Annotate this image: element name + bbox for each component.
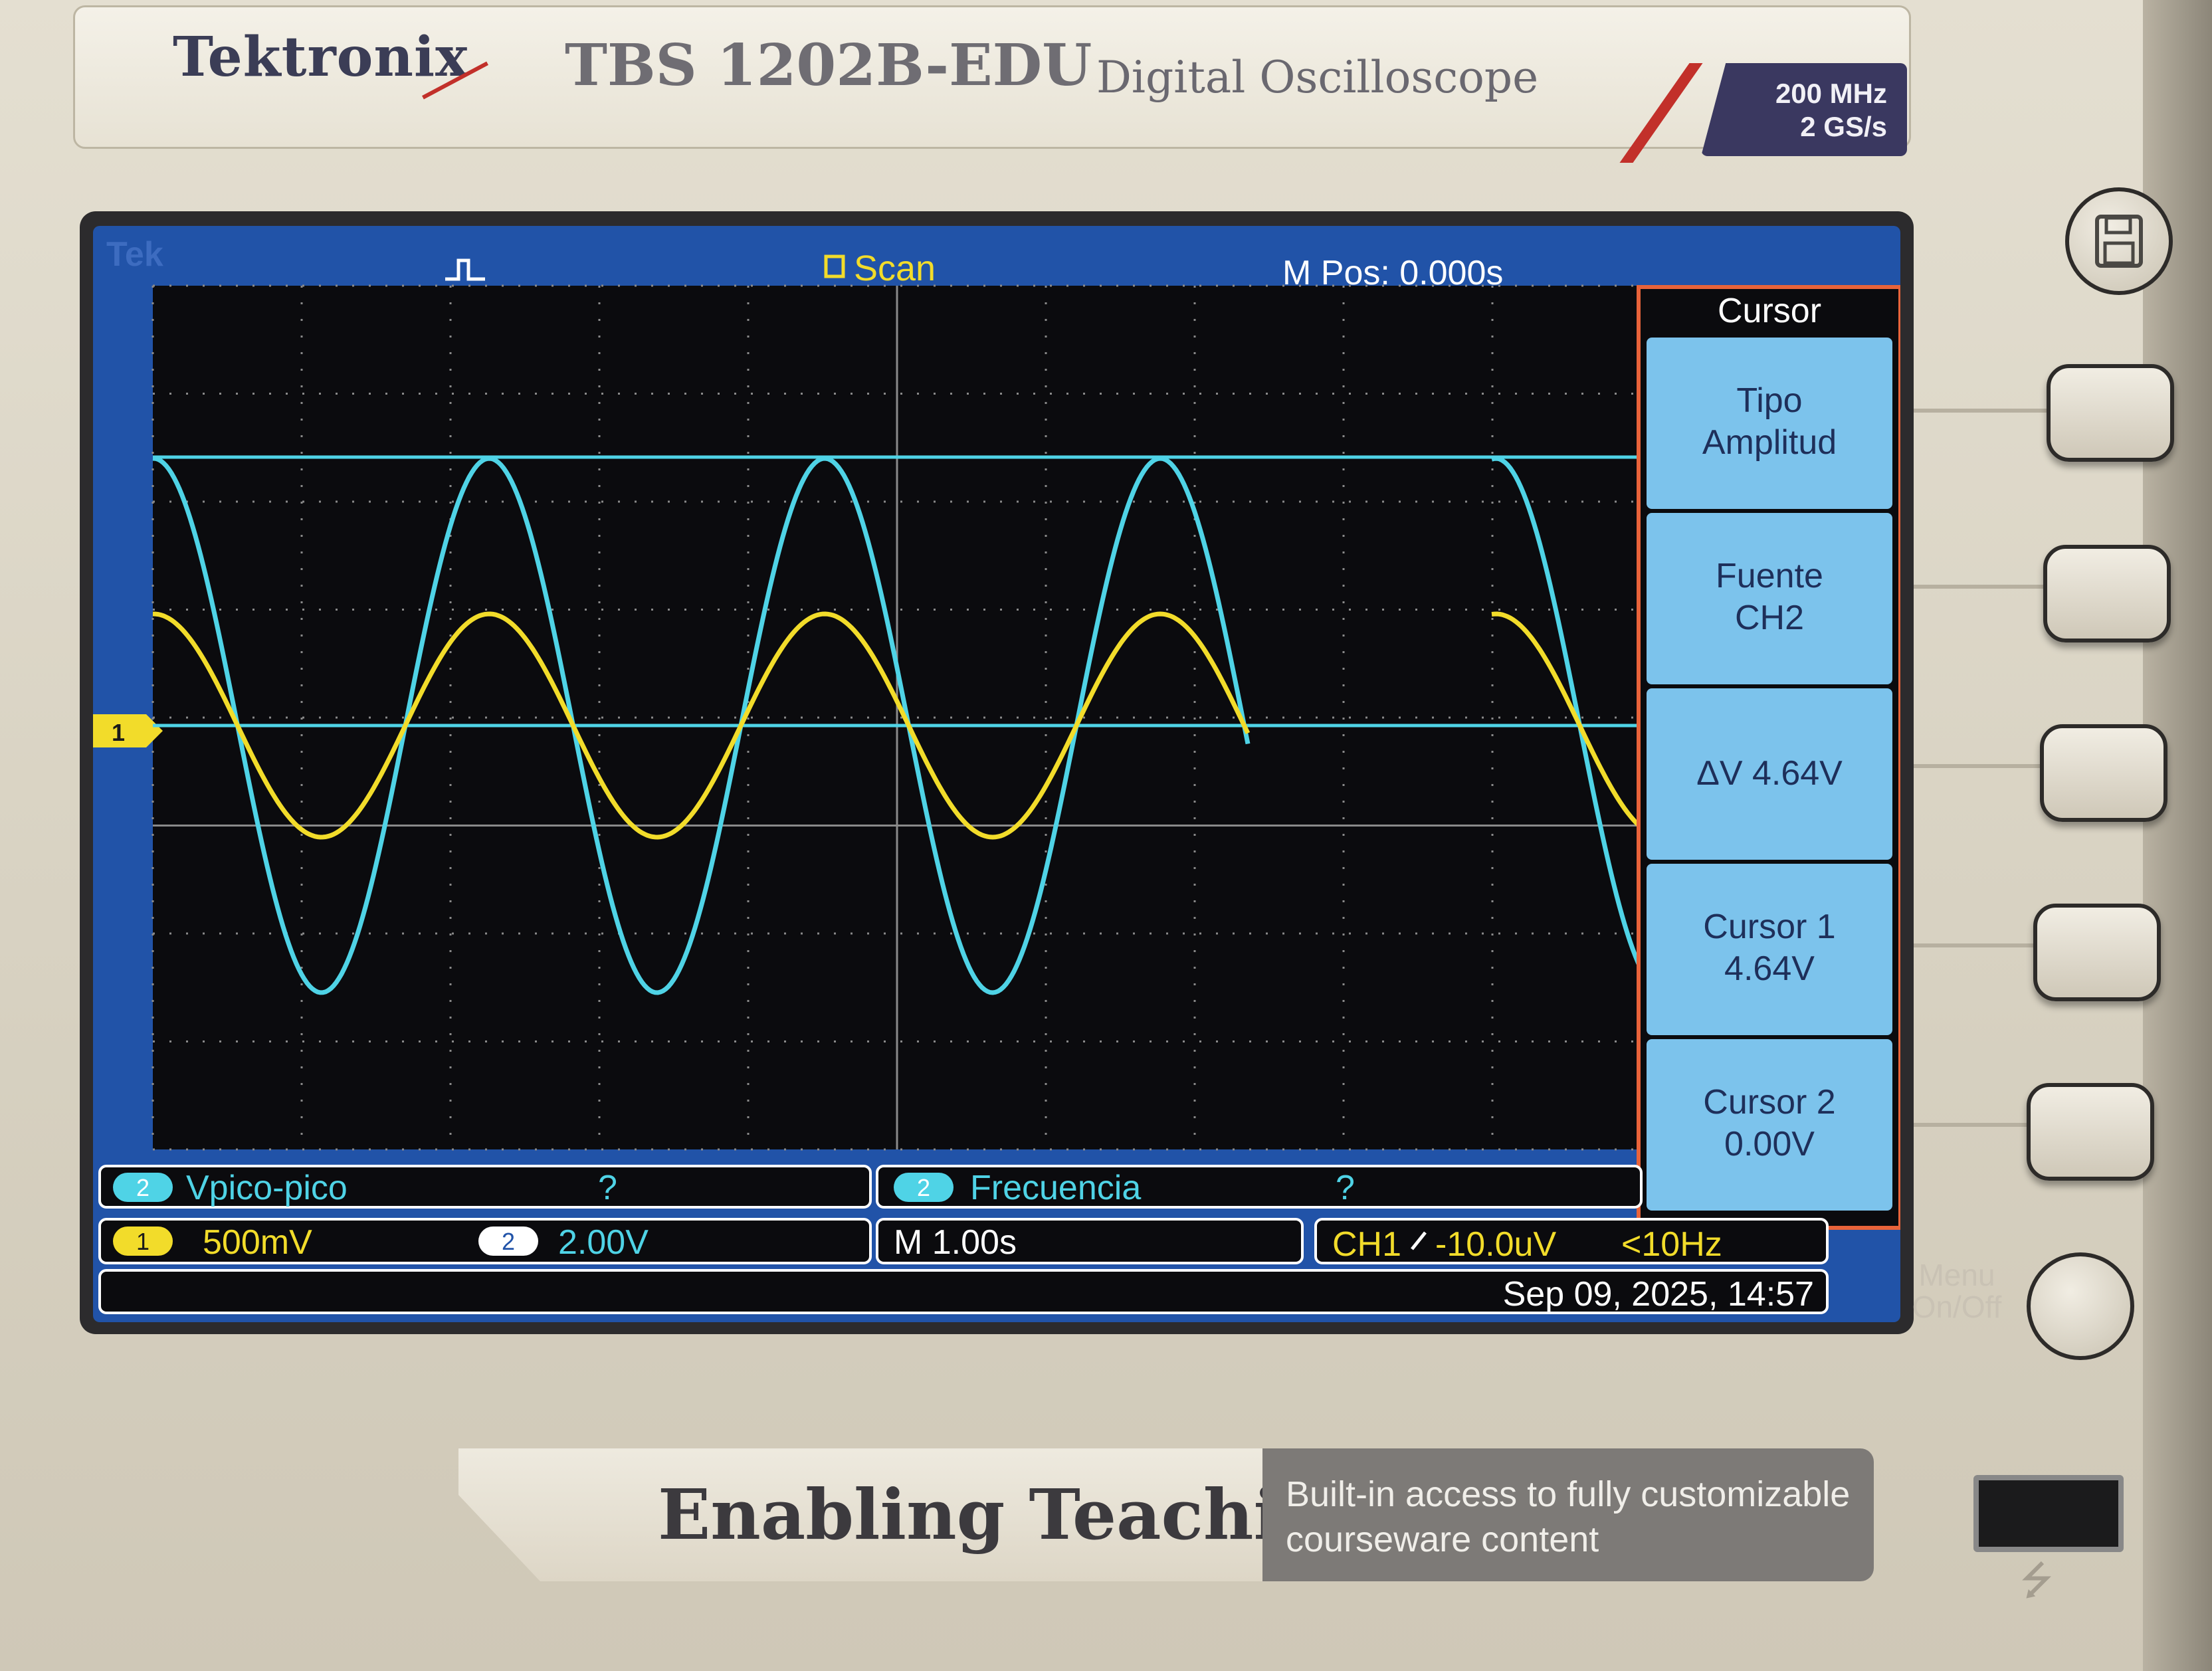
menu-onoff-label: Menu On/Off — [1912, 1258, 2002, 1324]
measurement-2-name: Frecuencia — [970, 1169, 1141, 1207]
cursor-menu-item-label: ΔV 4.64V — [1696, 754, 1843, 793]
cursor-menu-item-value: Amplitud — [1702, 423, 1837, 462]
vertical-settings: 1 500mV 2 2.00V — [98, 1218, 872, 1264]
brand-logo: Tektronix — [173, 25, 469, 89]
sample-rate-label: 2 GS/s — [1800, 111, 1887, 142]
measurement-2-value: ? — [1336, 1169, 1355, 1207]
cursor-menu-item-3[interactable]: ΔV 4.64V — [1647, 688, 1892, 860]
softkey-5-arm — [1914, 1123, 2033, 1127]
tek-logo: Tek — [106, 235, 163, 274]
ch2-scale: 2.00V — [558, 1223, 649, 1262]
cursor-menu-item-2[interactable]: Fuente CH2 — [1647, 513, 1892, 684]
product-type: Digital Oscilloscope — [1096, 52, 1539, 103]
cursor-menu-item-value: 0.00V — [1724, 1125, 1815, 1163]
model-name: TBS 1202B-EDU — [565, 32, 1092, 99]
cursor-menu-item-label: Fuente — [1716, 557, 1823, 595]
softkey-1-arm — [1914, 409, 2047, 413]
timebase: M 1.00s — [894, 1223, 1017, 1262]
softkey-1-button[interactable] — [2047, 364, 2174, 462]
cursor-menu-item-5[interactable]: Cursor 20.00V — [1647, 1039, 1892, 1211]
svg-text:2: 2 — [917, 1174, 930, 1201]
softkey-5-button[interactable] — [2027, 1083, 2154, 1181]
cursor-menu-item-4[interactable]: Cursor 14.64V — [1647, 864, 1892, 1035]
scope-display: Tek Scan M Pos: 0.000s 1 Cursor TipoAmpl… — [93, 235, 1900, 1314]
cursor-menu-item-1[interactable]: TipoAmplitud — [1647, 338, 1892, 509]
cursor-menu-item-label: Cursor 2 — [1703, 1083, 1835, 1122]
oscilloscope-screen: Tek Scan M Pos: 0.000s 1 Cursor Tipo Ampl… — [93, 226, 1900, 1322]
datetime: Sep 09, 2025, 14:57 — [1503, 1275, 1814, 1314]
trigger-settings: CH1 -10.0uV <10Hz — [1314, 1218, 1829, 1264]
softkey-3-arm — [1914, 764, 2047, 768]
tagline-description: Built-in access to fully customizable co… — [1286, 1474, 1851, 1559]
menu-onoff-button[interactable] — [2027, 1252, 2134, 1360]
ch1-scale: 500mV — [203, 1223, 312, 1262]
svg-text:2: 2 — [502, 1228, 515, 1255]
softkey-2-button[interactable] — [2043, 545, 2171, 642]
cursor-menu-item-value: 4.64V — [1724, 949, 1815, 988]
datetime-bar: Sep 09, 2025, 14:57 — [98, 1269, 1829, 1314]
softkey-3-button[interactable] — [2040, 724, 2167, 822]
measurement-1-name: Vpico-pico — [186, 1169, 348, 1207]
softkey-4-button[interactable] — [2033, 904, 2161, 1001]
measurement-1: 2 Vpico-pico ? — [98, 1165, 872, 1209]
usb-icon: ⭍ — [2020, 1558, 2053, 1603]
measurement-1-value: ? — [598, 1169, 617, 1207]
save-button[interactable] — [2065, 187, 2173, 295]
measurement-2: 2 Frecuencia ? — [876, 1165, 1643, 1209]
cursor-menu-item-value: CH2 — [1735, 599, 1804, 637]
svg-text:1: 1 — [136, 1228, 150, 1255]
spec-badge: 200 MHz 2 GS/s — [1701, 63, 1907, 156]
acquire-mode: Scan — [854, 248, 936, 288]
cursor-menu-item-label: Tipo — [1736, 381, 1802, 420]
bandwidth-label: 200 MHz — [1775, 78, 1887, 109]
svg-text:1: 1 — [112, 719, 125, 746]
usb-port[interactable] — [1973, 1475, 2124, 1552]
floppy-disk-icon — [2095, 215, 2143, 268]
cursor-menu-item-label: Cursor 1 — [1703, 908, 1835, 946]
timebase-setting: M 1.00s — [876, 1218, 1304, 1264]
svg-text:2: 2 — [136, 1174, 150, 1201]
trigger-frequency: <10Hz — [1621, 1225, 1722, 1264]
acquire-mode-icon — [824, 254, 845, 278]
trigger-pulse-icon — [445, 258, 485, 281]
softkey-2-arm — [1914, 585, 2047, 589]
trigger-source: CH1 — [1332, 1225, 1401, 1264]
softkey-4-arm — [1914, 943, 2040, 947]
cursor-menu-title: Cursor — [1718, 292, 1821, 330]
trigger-level: -10.0uV — [1435, 1225, 1556, 1264]
